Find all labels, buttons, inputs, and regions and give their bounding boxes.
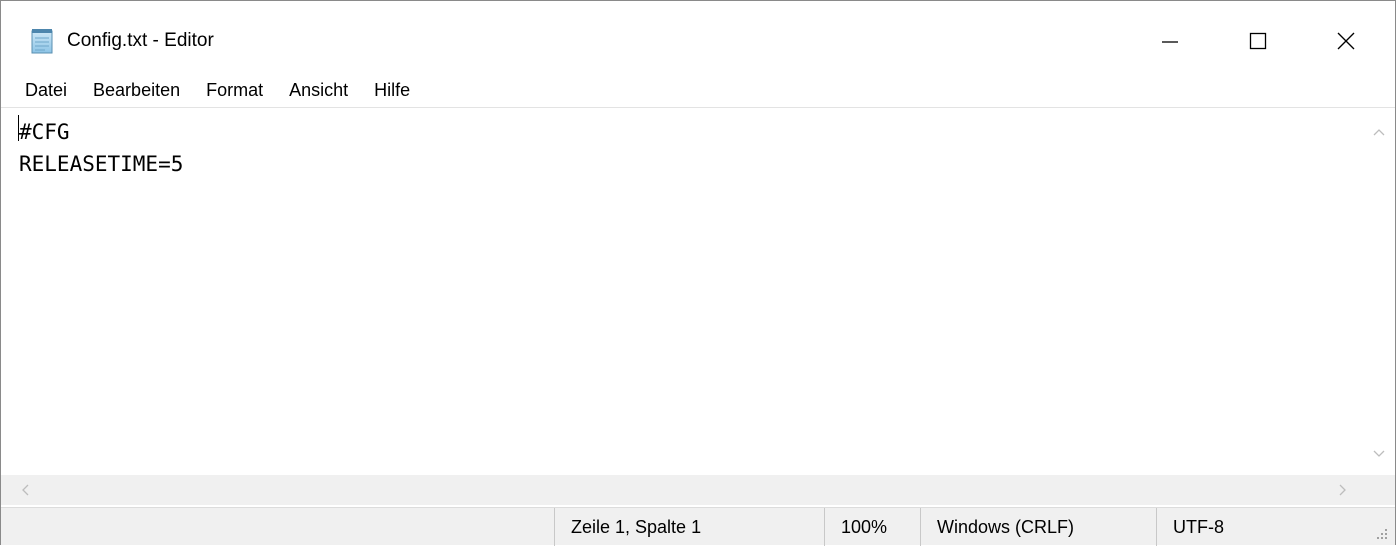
notepad-icon	[31, 29, 53, 54]
status-zoom: 100%	[824, 508, 920, 546]
status-bar: Zeile 1, Spalte 1 100% Windows (CRLF) UT…	[1, 507, 1395, 546]
menu-datei[interactable]: Datei	[14, 77, 80, 103]
notepad-window: Config.txt - Editor Datei Bearbeiten For…	[0, 0, 1396, 546]
horizontal-scrollbar[interactable]	[1, 475, 1363, 505]
minimize-icon	[1162, 41, 1178, 43]
menu-hilfe[interactable]: Hilfe	[361, 77, 423, 103]
scroll-up-button[interactable]	[1363, 116, 1395, 148]
maximize-button[interactable]	[1223, 11, 1293, 71]
menu-format[interactable]: Format	[193, 77, 276, 103]
resize-grip-icon[interactable]	[1373, 525, 1389, 541]
scroll-left-button[interactable]	[9, 475, 41, 505]
maximize-icon	[1249, 32, 1267, 50]
editor-text[interactable]: #CFG RELEASETIME=5	[19, 116, 183, 180]
scroll-down-button[interactable]	[1363, 438, 1395, 470]
chevron-up-icon	[1373, 129, 1385, 136]
close-icon	[1337, 32, 1355, 50]
minimize-button[interactable]	[1135, 11, 1205, 71]
status-line-ending: Windows (CRLF)	[920, 508, 1156, 546]
status-encoding: UTF-8	[1156, 508, 1363, 546]
vertical-scrollbar[interactable]	[1363, 108, 1395, 475]
scroll-corner	[1363, 475, 1395, 505]
scroll-right-button[interactable]	[1327, 475, 1359, 505]
close-button[interactable]	[1311, 11, 1381, 71]
menu-ansicht[interactable]: Ansicht	[276, 77, 361, 103]
menu-bearbeiten[interactable]: Bearbeiten	[80, 77, 193, 103]
editor-line: RELEASETIME=5	[19, 152, 184, 176]
status-cursor-position: Zeile 1, Spalte 1	[554, 508, 824, 546]
menu-bar: Datei Bearbeiten Format Ansicht Hilfe	[1, 76, 1395, 104]
editor-line: #CFG	[19, 120, 70, 144]
chevron-right-icon	[1339, 484, 1346, 496]
chevron-down-icon	[1373, 450, 1385, 457]
text-editor-area[interactable]: #CFG RELEASETIME=5	[1, 107, 1395, 475]
title-bar[interactable]: Config.txt - Editor	[1, 1, 1395, 73]
window-title: Config.txt - Editor	[67, 30, 214, 51]
chevron-left-icon	[22, 484, 29, 496]
text-caret	[18, 115, 19, 141]
